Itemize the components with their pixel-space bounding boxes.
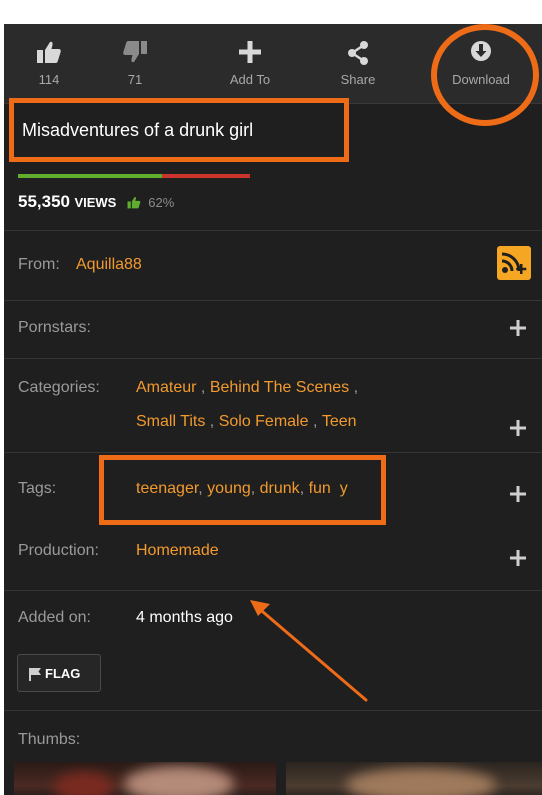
flag-label: FLAG xyxy=(45,666,81,681)
divider xyxy=(4,590,542,591)
rating-bar-good xyxy=(18,174,162,178)
share-button[interactable]: Share xyxy=(320,24,396,104)
uploader-link[interactable]: Aquilla88 xyxy=(76,256,142,274)
category-link[interactable]: Teen xyxy=(322,413,357,430)
rss-add-icon xyxy=(501,252,527,274)
added-value: 4 months ago xyxy=(136,609,233,626)
production-link[interactable]: Homemade xyxy=(136,542,219,560)
categories-line-1: Amateur , Behind The Scenes , xyxy=(136,379,359,396)
subscribe-button[interactable] xyxy=(497,246,531,280)
thumbnail-blur xyxy=(124,766,234,795)
thumbs-label: Thumbs: xyxy=(18,731,81,748)
share-label: Share xyxy=(340,72,376,87)
like-button[interactable]: 114 xyxy=(14,24,84,104)
flag-button[interactable]: FLAG xyxy=(17,654,101,692)
like-count: 114 xyxy=(38,72,60,87)
title-highlight-box: Misadventures of a drunk girl xyxy=(9,98,349,162)
add-to-button[interactable]: Add To xyxy=(209,24,291,104)
category-link[interactable]: Solo Female xyxy=(219,413,309,430)
plus-icon[interactable] xyxy=(510,420,526,436)
dislike-button[interactable]: 71 xyxy=(100,24,170,104)
divider xyxy=(4,358,542,359)
rating-bar xyxy=(18,174,250,178)
divider xyxy=(4,300,542,301)
category-link[interactable]: Behind The Scenes xyxy=(210,379,349,396)
thumbs-down-icon xyxy=(123,41,147,63)
thumbnail[interactable] xyxy=(14,762,276,795)
category-link[interactable]: Small Tits xyxy=(136,413,205,430)
views-row: 55,350 VIEWS 62% xyxy=(18,192,174,212)
rating-percent: 62% xyxy=(148,195,175,210)
divider xyxy=(4,230,542,231)
video-page: 114 71 Add To Share Download Misadventur… xyxy=(4,24,542,795)
divider xyxy=(4,452,542,453)
tags-label: Tags: xyxy=(18,480,57,497)
thumbnail-blur xyxy=(54,772,114,795)
flag-icon xyxy=(29,668,41,681)
share-icon xyxy=(348,41,368,65)
thumbnail-blur xyxy=(346,768,496,795)
plus-icon[interactable] xyxy=(510,320,526,336)
download-highlight-ring xyxy=(431,24,539,126)
video-title: Misadventures of a drunk girl xyxy=(22,120,254,140)
categories-label: Categories: xyxy=(18,379,100,396)
pornstars-label: Pornstars: xyxy=(18,319,91,336)
plus-icon[interactable] xyxy=(510,486,526,502)
category-link[interactable]: Amateur xyxy=(136,379,196,396)
add-to-label: Add To xyxy=(229,72,271,87)
added-label: Added on: xyxy=(18,609,91,626)
plus-icon[interactable] xyxy=(510,550,526,566)
thumbnail[interactable] xyxy=(286,762,542,795)
dislike-count: 71 xyxy=(127,72,143,87)
from-label: From: xyxy=(18,256,60,273)
categories-line-2: Small Tits , Solo Female , Teen xyxy=(136,413,357,430)
views-word: VIEWS xyxy=(74,195,117,210)
thumbs-up-icon xyxy=(37,41,61,63)
thumbs-up-icon xyxy=(127,197,141,209)
plus-icon xyxy=(239,41,261,63)
views-count: 55,350 xyxy=(18,192,70,211)
tags-highlight-box xyxy=(99,455,386,525)
screenshot-frame: 114 71 Add To Share Download Misadventur… xyxy=(0,0,542,795)
production-label: Production: xyxy=(18,542,99,559)
annotation-arrow xyxy=(250,600,368,702)
divider xyxy=(4,710,542,711)
